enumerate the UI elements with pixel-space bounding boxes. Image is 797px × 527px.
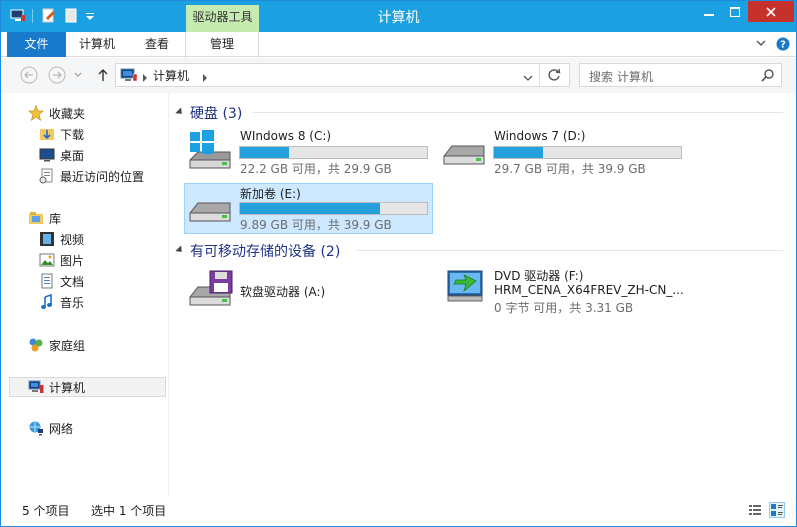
search-input[interactable]: 搜索 计算机	[589, 68, 653, 85]
sidebar-item-desktop[interactable]: 桌面	[39, 145, 84, 165]
sidebar-item-network[interactable]: 网络	[28, 418, 73, 438]
drive-space-info: 22.2 GB 可用，共 29.9 GB	[240, 162, 392, 176]
help-button[interactable]: ?	[776, 37, 790, 51]
drive-usage-bar	[239, 146, 428, 159]
back-arrow-icon	[20, 66, 38, 84]
drive-item-f[interactable]: DVD 驱动器 (F:) HRM_CENA_X64FREV_ZH-CN_... …	[438, 263, 688, 315]
item-count: 5 个项目	[22, 504, 70, 518]
maximize-icon	[730, 6, 740, 17]
forward-button[interactable]	[48, 66, 66, 84]
drive-name: 新加卷 (E:)	[240, 187, 301, 201]
forward-arrow-icon	[48, 66, 66, 84]
drive-name: Windows 7 (D:)	[494, 129, 586, 143]
hard-drive-icon	[440, 132, 488, 175]
window-title: 计算机	[377, 10, 420, 26]
sidebar-item-computer[interactable]: 计算机	[28, 377, 85, 397]
status-bar: 5 个项目 选中 1 个项目	[1, 496, 796, 526]
hard-drive-icon	[186, 189, 234, 232]
chevron-down-icon	[523, 75, 533, 81]
recent-locations-button[interactable]	[73, 66, 83, 84]
drive-name: DVD 驱动器 (F:)	[494, 269, 584, 283]
minimize-button[interactable]	[696, 1, 722, 22]
drive-item-d[interactable]: Windows 7 (D:) 29.7 GB 可用，共 39.9 GB	[438, 126, 687, 177]
document-icon	[39, 273, 55, 289]
tab-view[interactable]: 查看	[129, 32, 185, 57]
close-button[interactable]	[748, 1, 794, 22]
drive-space-info: 0 字节 可用，共 3.31 GB	[494, 301, 634, 315]
drive-item-a[interactable]: 软盘驱动器 (A:)	[184, 267, 433, 315]
expand-ribbon-button[interactable]	[755, 37, 767, 49]
sidebar-item-favorites[interactable]: 收藏夹	[28, 103, 85, 123]
breadcrumb-separator-icon	[142, 71, 148, 85]
tab-computer[interactable]: 计算机	[67, 32, 127, 57]
address-dropdown-button[interactable]	[523, 71, 533, 85]
sidebar-item-recent-places[interactable]: 最近访问的位置	[39, 166, 144, 186]
selected-count: 选中 1 个项目	[91, 504, 167, 518]
address-bar[interactable]: 计算机	[115, 63, 570, 87]
help-icon: ?	[776, 37, 790, 51]
floppy-drive-icon	[186, 269, 236, 314]
breadcrumb-separator-icon[interactable]	[202, 71, 208, 85]
recent-places-icon	[39, 168, 55, 184]
explorer-window: 驱动器工具 计算机 文件 计算机 查看 管理 ? 计算机 搜索 计算机 收藏夹 …	[0, 0, 797, 527]
sidebar-item-homegroup[interactable]: 家庭组	[28, 335, 85, 355]
collapse-arrow-icon[interactable]	[175, 244, 185, 255]
library-icon	[28, 210, 44, 226]
sidebar-item-downloads[interactable]: 下载	[39, 124, 84, 144]
dvd-drive-icon	[446, 269, 486, 306]
details-view-button[interactable]	[747, 502, 763, 518]
sidebar-item-videos[interactable]: 视频	[39, 229, 84, 249]
drive-item-e[interactable]: 新加卷 (E:) 9.89 GB 可用，共 39.9 GB	[184, 183, 433, 234]
up-arrow-icon	[98, 69, 108, 81]
ribbon-tabs: 文件 计算机 查看 管理 ?	[1, 32, 796, 58]
tiles-view-icon	[771, 504, 783, 516]
refresh-icon	[548, 68, 561, 81]
sidebar-item-documents[interactable]: 文档	[39, 271, 84, 291]
music-icon	[39, 294, 55, 310]
star-icon	[28, 105, 44, 121]
close-icon	[766, 6, 776, 17]
homegroup-icon	[28, 337, 44, 353]
details-view-icon	[749, 505, 761, 515]
minimize-icon	[704, 13, 714, 16]
desktop-icon	[39, 147, 55, 163]
picture-icon	[39, 252, 55, 268]
svg-text:?: ?	[780, 40, 786, 51]
video-icon	[39, 231, 55, 247]
computer-icon	[28, 379, 44, 395]
search-icon[interactable]	[761, 68, 775, 85]
chevron-down-icon	[74, 72, 82, 77]
sidebar-item-libraries[interactable]: 库	[28, 208, 61, 228]
tab-manage[interactable]: 管理	[185, 32, 259, 58]
windows-drive-icon	[186, 130, 234, 177]
search-box[interactable]: 搜索 计算机	[579, 63, 782, 87]
drive-space-info: 9.89 GB 可用，共 39.9 GB	[240, 218, 392, 232]
drive-usage-bar	[493, 146, 682, 159]
refresh-button[interactable]	[547, 68, 561, 85]
computer-icon	[120, 67, 138, 86]
tiles-view-button[interactable]	[769, 502, 785, 518]
navigation-pane	[1, 93, 168, 496]
sidebar-item-music[interactable]: 音乐	[39, 292, 84, 312]
drive-usage-bar	[239, 202, 428, 215]
breadcrumb-computer[interactable]: 计算机	[153, 67, 189, 84]
maximize-button[interactable]	[722, 1, 748, 22]
title-bar[interactable]: 驱动器工具 计算机	[1, 1, 796, 32]
chevron-down-icon	[756, 40, 766, 46]
group-header-removable-storage[interactable]: 有可移动存储的设备 (2)	[175, 241, 340, 261]
back-button[interactable]	[20, 66, 38, 84]
tab-file[interactable]: 文件	[7, 32, 66, 57]
drive-volume-label: HRM_CENA_X64FREV_ZH-CN_...	[494, 283, 684, 297]
drive-space-info: 29.7 GB 可用，共 39.9 GB	[494, 162, 646, 176]
drive-name: 软盘驱动器 (A:)	[240, 285, 326, 299]
sidebar-item-pictures[interactable]: 图片	[39, 250, 84, 270]
network-icon	[28, 420, 44, 436]
collapse-arrow-icon[interactable]	[175, 106, 185, 117]
download-folder-icon	[39, 126, 55, 142]
up-button[interactable]	[95, 66, 111, 84]
drive-item-c[interactable]: WIndows 8 (C:) 22.2 GB 可用，共 29.9 GB	[184, 126, 433, 177]
group-header-hard-disks[interactable]: 硬盘 (3)	[175, 103, 242, 123]
drive-name: WIndows 8 (C:)	[240, 129, 332, 143]
